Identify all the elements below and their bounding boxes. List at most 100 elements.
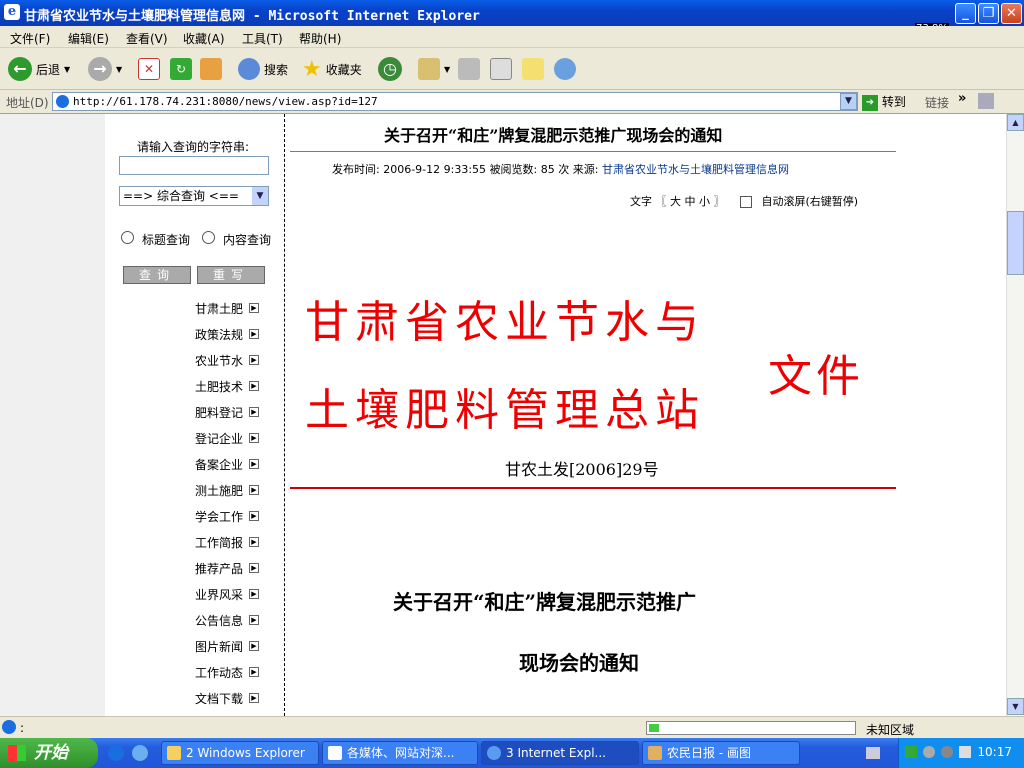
go-arrow-icon: ➜ bbox=[862, 94, 878, 111]
mail-icon[interactable] bbox=[418, 58, 440, 80]
star-icon: ★ bbox=[302, 56, 322, 82]
keyboard-icon[interactable] bbox=[866, 747, 880, 759]
nav-item[interactable]: 测土施肥 bbox=[195, 482, 243, 499]
tray-icon-1[interactable] bbox=[905, 746, 917, 758]
sidebar: 请输入查询的字符串: ==> 综合查询 <== ▼ 标题查询 内容查询 查询 重… bbox=[105, 114, 283, 716]
notice-heading-line1: 关于召开“和庄”牌复混肥示范推广 bbox=[393, 590, 697, 614]
nav-item[interactable]: 图片新闻 bbox=[195, 638, 243, 655]
nav-item[interactable]: 备案企业 bbox=[195, 456, 243, 473]
nav-arrow-icon: ▶ bbox=[249, 615, 259, 625]
page-left-margin bbox=[0, 114, 105, 716]
query-button[interactable]: 查询 bbox=[123, 266, 191, 284]
nav-arrow-icon: ▶ bbox=[249, 355, 259, 365]
nav-item[interactable]: 土肥技术 bbox=[195, 378, 243, 395]
restore-button[interactable]: ❐ bbox=[978, 3, 999, 24]
home-icon[interactable] bbox=[200, 58, 222, 80]
search-input[interactable] bbox=[119, 156, 269, 175]
nav-item[interactable]: 文档下载 bbox=[195, 690, 243, 707]
stop-icon[interactable]: ✕ bbox=[138, 58, 160, 80]
search-prompt: 请输入查询的字符串: bbox=[137, 140, 250, 154]
vertical-scrollbar[interactable]: ▲ ▼ bbox=[1006, 114, 1024, 716]
nav-item[interactable]: 学会工作 bbox=[195, 508, 243, 525]
history-icon[interactable]: ◷ bbox=[378, 57, 402, 81]
nav-item[interactable]: 业界风采 bbox=[195, 586, 243, 603]
print-icon[interactable] bbox=[458, 58, 480, 80]
address-bar: 地址(D) http://61.178.74.231:8080/news/vie… bbox=[0, 90, 1024, 114]
tray-icon-3[interactable] bbox=[941, 746, 953, 758]
source-link[interactable]: 甘肃省农业节水与土壤肥料管理信息网 bbox=[602, 163, 789, 176]
page-icon bbox=[56, 95, 69, 108]
scroll-thumb[interactable] bbox=[1007, 211, 1024, 275]
reset-button[interactable]: 重写 bbox=[197, 266, 265, 284]
radio-content-label: 内容查询 bbox=[223, 233, 272, 247]
title-underline bbox=[290, 151, 896, 152]
system-tray: 10:17 bbox=[898, 738, 1024, 768]
font-size-links[interactable]: 文字 〖 大 中 小 〗 bbox=[630, 195, 724, 208]
back-button[interactable]: ← 后退 ▼ bbox=[8, 56, 70, 82]
quicklaunch-ie-icon[interactable] bbox=[108, 745, 124, 761]
tray-icon-4[interactable] bbox=[959, 746, 971, 758]
task-paint[interactable]: 农民日报 - 画图 bbox=[642, 741, 800, 765]
red-header-file: 文件 bbox=[768, 351, 864, 402]
nav-item[interactable]: 公告信息 bbox=[195, 612, 243, 629]
go-button[interactable]: ➜ 转到 bbox=[862, 93, 906, 111]
quicklaunch-ie2-icon[interactable] bbox=[132, 745, 148, 761]
autoscroll-label: 自动滚屏(右键暂停) bbox=[761, 195, 859, 208]
folder-icon bbox=[167, 746, 181, 760]
nav-item[interactable]: 登记企业 bbox=[195, 430, 243, 447]
address-dropdown[interactable]: ▼ bbox=[840, 93, 857, 110]
menu-edit[interactable]: 编辑(E) bbox=[68, 30, 109, 47]
chevron-right-icon[interactable]: » bbox=[958, 91, 966, 106]
page-viewport: 请输入查询的字符串: ==> 综合查询 <== ▼ 标题查询 内容查询 查询 重… bbox=[0, 114, 1006, 716]
task-word-document[interactable]: 各媒体、网站对深... bbox=[322, 741, 478, 765]
menu-view[interactable]: 查看(V) bbox=[126, 30, 168, 47]
toolbar-extra-icon[interactable] bbox=[978, 93, 994, 109]
nav-item[interactable]: 工作简报 bbox=[195, 534, 243, 551]
edit-icon[interactable] bbox=[490, 58, 512, 80]
nav-arrow-icon: ▶ bbox=[249, 537, 259, 547]
nav-item[interactable]: 工作动态 bbox=[195, 664, 243, 681]
tray-icon-2[interactable] bbox=[923, 746, 935, 758]
radio-title-label: 标题查询 bbox=[142, 233, 191, 247]
discuss-icon[interactable] bbox=[522, 58, 544, 80]
ie-task-icon bbox=[487, 746, 501, 760]
nav-item[interactable]: 肥料登记 bbox=[195, 404, 243, 421]
task-windows-explorer[interactable]: 2 Windows Explorer bbox=[161, 741, 319, 765]
nav-arrow-icon: ▶ bbox=[249, 381, 259, 391]
nav-item[interactable]: 政策法规 bbox=[195, 326, 243, 343]
nav-item[interactable]: 甘肃土肥 bbox=[195, 300, 243, 317]
publish-time: 2006-9-12 9:33:55 bbox=[383, 163, 487, 176]
status-text: : bbox=[20, 721, 25, 735]
radio-title-search[interactable] bbox=[121, 231, 134, 244]
refresh-icon[interactable]: ↻ bbox=[170, 58, 192, 80]
nav-arrow-icon: ▶ bbox=[249, 329, 259, 339]
links-button[interactable]: 链接 bbox=[925, 94, 949, 111]
nav-arrow-icon: ▶ bbox=[249, 459, 259, 469]
address-input[interactable]: http://61.178.74.231:8080/news/view.asp?… bbox=[52, 92, 858, 111]
search-button[interactable]: 搜索 bbox=[238, 56, 288, 82]
messenger-icon[interactable] bbox=[554, 58, 576, 80]
scroll-up-icon[interactable]: ▲ bbox=[1007, 114, 1024, 131]
menu-tools[interactable]: 工具(T) bbox=[242, 30, 283, 47]
task-internet-explorer[interactable]: 3 Internet Expl... bbox=[481, 741, 639, 765]
nav-arrow-icon: ▶ bbox=[249, 433, 259, 443]
forward-button[interactable]: → ▼ bbox=[88, 56, 122, 82]
scroll-down-icon[interactable]: ▼ bbox=[1007, 698, 1024, 715]
paint-icon bbox=[648, 746, 662, 760]
menu-help[interactable]: 帮助(H) bbox=[299, 30, 341, 47]
close-button[interactable]: ✕ bbox=[1001, 3, 1022, 24]
window-title: 甘肃省农业节水与土壤肥料管理信息网 - Microsoft Internet E… bbox=[24, 9, 480, 24]
minimize-button[interactable]: _ bbox=[955, 3, 976, 24]
notice-heading-line2: 现场会的通知 bbox=[519, 651, 639, 675]
search-type-select[interactable]: ==> 综合查询 <== ▼ bbox=[119, 186, 269, 206]
autoscroll-checkbox[interactable] bbox=[739, 196, 752, 208]
toolbar: ← 后退 ▼ → ▼ ✕ ↻ 搜索 ★ 收藏夹 ◷ ▼ bbox=[0, 48, 1024, 90]
favorites-button[interactable]: ★ 收藏夹 bbox=[302, 56, 362, 82]
nav-item[interactable]: 农业节水 bbox=[195, 352, 243, 369]
nav-item[interactable]: 推荐产品 bbox=[195, 560, 243, 577]
start-button[interactable]: 开始 bbox=[0, 738, 98, 768]
menu-file[interactable]: 文件(F) bbox=[10, 30, 50, 47]
radio-content-search[interactable] bbox=[202, 231, 215, 244]
menu-favorites[interactable]: 收藏(A) bbox=[183, 30, 225, 47]
article-meta: 发布时间: 2006-9-12 9:33:55 被阅览数: 85 次 来源: 甘… bbox=[332, 163, 789, 176]
